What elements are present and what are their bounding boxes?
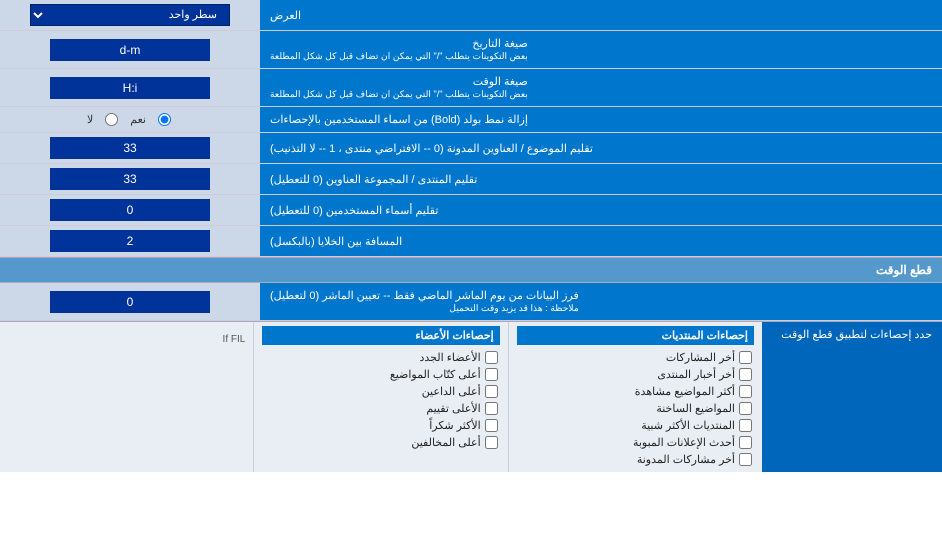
check-top-rated-cb[interactable] — [485, 402, 498, 415]
header-label: العرض — [260, 0, 942, 30]
trim-subject-input-cell — [0, 133, 260, 163]
check-latest-classified[interactable] — [739, 436, 752, 449]
check-new-members-cb[interactable] — [485, 351, 498, 364]
check-top-violators-cb[interactable] — [485, 436, 498, 449]
check-item-6: أحدث الإعلانات المبوبة — [517, 434, 754, 451]
check-blog-posts[interactable] — [739, 453, 752, 466]
time-format-label: صيغة الوقتبعض التكوينات يتطلب "/" التي ي… — [260, 69, 942, 106]
check-top-inviters: أعلى الداعين — [262, 383, 499, 400]
time-format-row: صيغة الوقتبعض التكوينات يتطلب "/" التي ي… — [0, 69, 942, 107]
trim-forum-row: تقليم المنتدى / المجموعة العناوين (0 للت… — [0, 164, 942, 195]
trim-subject-input[interactable] — [50, 137, 210, 159]
trim-forum-label: تقليم المنتدى / المجموعة العناوين (0 للت… — [260, 164, 942, 194]
trim-username-input[interactable] — [50, 199, 210, 221]
check-top-inviters-cb[interactable] — [485, 385, 498, 398]
time-cut-header: قطع الوقت — [0, 257, 942, 283]
time-cut-filter-input-cell — [0, 283, 260, 320]
cell-spacing-input[interactable] — [50, 230, 210, 252]
trim-username-row: تقليم أسماء المستخدمين (0 للتعطيل) — [0, 195, 942, 226]
check-item-2: أخر أخبار المنتدى — [517, 366, 754, 383]
check-item-5: المنتديات الأكثر شبية — [517, 417, 754, 434]
check-item-7: أخر مشاركات المدونة — [517, 451, 754, 468]
trim-subject-label: تقليم الموضوع / العناوين المدونة (0 -- ا… — [260, 133, 942, 163]
date-format-label: صيغة التاريخبعض التكوينات يتطلب "/" التي… — [260, 31, 942, 68]
bold-removal-row: إزالة نمط بولد (Bold) من اسماء المستخدمي… — [0, 107, 942, 133]
check-most-thanked-cb[interactable] — [485, 419, 498, 432]
date-format-input[interactable] — [50, 39, 210, 61]
bold-no-label: لا — [87, 113, 93, 126]
check-item-4: المواضيع الساخنة — [517, 400, 754, 417]
stats-section: حدد إحصاءات لتطبيق قطع الوقت إحصاءات الم… — [0, 321, 942, 472]
check-top-writers: أعلى كتّاب المواضيع — [262, 366, 499, 383]
check-hot-topics[interactable] — [739, 402, 752, 415]
check-most-viewed[interactable] — [739, 385, 752, 398]
trim-forum-input[interactable] — [50, 168, 210, 190]
bold-removal-input-cell: نعم لا — [0, 107, 260, 132]
check-item-1: أخر المشاركات — [517, 349, 754, 366]
cell-spacing-input-cell — [0, 226, 260, 256]
check-item-3: أكثر المواضيع مشاهدة — [517, 383, 754, 400]
check-similar-forums[interactable] — [739, 419, 752, 432]
forum-stats-col: إحصاءات المنتديات أخر المشاركات أخر أخبا… — [508, 322, 762, 472]
extra-col: If FIL — [0, 322, 253, 472]
time-format-input-cell — [0, 69, 260, 106]
check-new-members: الأعضاء الجدد — [262, 349, 499, 366]
check-top-writers-cb[interactable] — [485, 368, 498, 381]
member-stats-col: إحصاءات الأعضاء الأعضاء الجدد أعلى كتّاب… — [253, 322, 507, 472]
trim-username-label: تقليم أسماء المستخدمين (0 للتعطيل) — [260, 195, 942, 225]
check-top-violators: أعلى المخالفين — [262, 434, 499, 451]
member-stats-header: إحصاءات الأعضاء — [262, 326, 499, 345]
header-input-cell: سطر واحد سطرين ثلاثة أسطر — [0, 0, 260, 30]
check-most-thanked: الأكثر شكراً — [262, 417, 499, 434]
time-cut-filter-input[interactable] — [50, 291, 210, 313]
forum-stats-header: إحصاءات المنتديات — [517, 326, 754, 345]
bold-radio-group: نعم لا — [87, 113, 173, 126]
trim-username-input-cell — [0, 195, 260, 225]
cell-spacing-row: المسافة بين الخلايا (بالبكسل) — [0, 226, 942, 257]
bold-yes-label: نعم — [130, 113, 146, 126]
date-format-input-cell — [0, 31, 260, 68]
header-row: العرض سطر واحد سطرين ثلاثة أسطر — [0, 0, 942, 31]
main-container: العرض سطر واحد سطرين ثلاثة أسطر صيغة الت… — [0, 0, 942, 472]
cell-spacing-label: المسافة بين الخلايا (بالبكسل) — [260, 226, 942, 256]
if-fil-text: If FIL — [8, 326, 245, 345]
bold-removal-label: إزالة نمط بولد (Bold) من اسماء المستخدمي… — [260, 107, 942, 132]
check-last-posts[interactable] — [739, 351, 752, 364]
time-cut-filter-label: فرز البيانات من يوم الماشر الماضي فقط --… — [260, 283, 942, 320]
bold-yes-radio[interactable] — [158, 113, 171, 126]
date-format-row: صيغة التاريخبعض التكوينات يتطلب "/" التي… — [0, 31, 942, 69]
trim-forum-input-cell — [0, 164, 260, 194]
check-forum-news[interactable] — [739, 368, 752, 381]
stats-limit-label: حدد إحصاءات لتطبيق قطع الوقت — [762, 322, 942, 472]
time-cut-filter-row: فرز البيانات من يوم الماشر الماضي فقط --… — [0, 283, 942, 321]
bold-no-radio[interactable] — [105, 113, 118, 126]
trim-subject-row: تقليم الموضوع / العناوين المدونة (0 -- ا… — [0, 133, 942, 164]
stats-content: إحصاءات المنتديات أخر المشاركات أخر أخبا… — [0, 322, 762, 472]
check-top-rated: الأعلى تقييم — [262, 400, 499, 417]
time-format-input[interactable] — [50, 77, 210, 99]
lines-dropdown[interactable]: سطر واحد سطرين ثلاثة أسطر — [30, 4, 230, 26]
